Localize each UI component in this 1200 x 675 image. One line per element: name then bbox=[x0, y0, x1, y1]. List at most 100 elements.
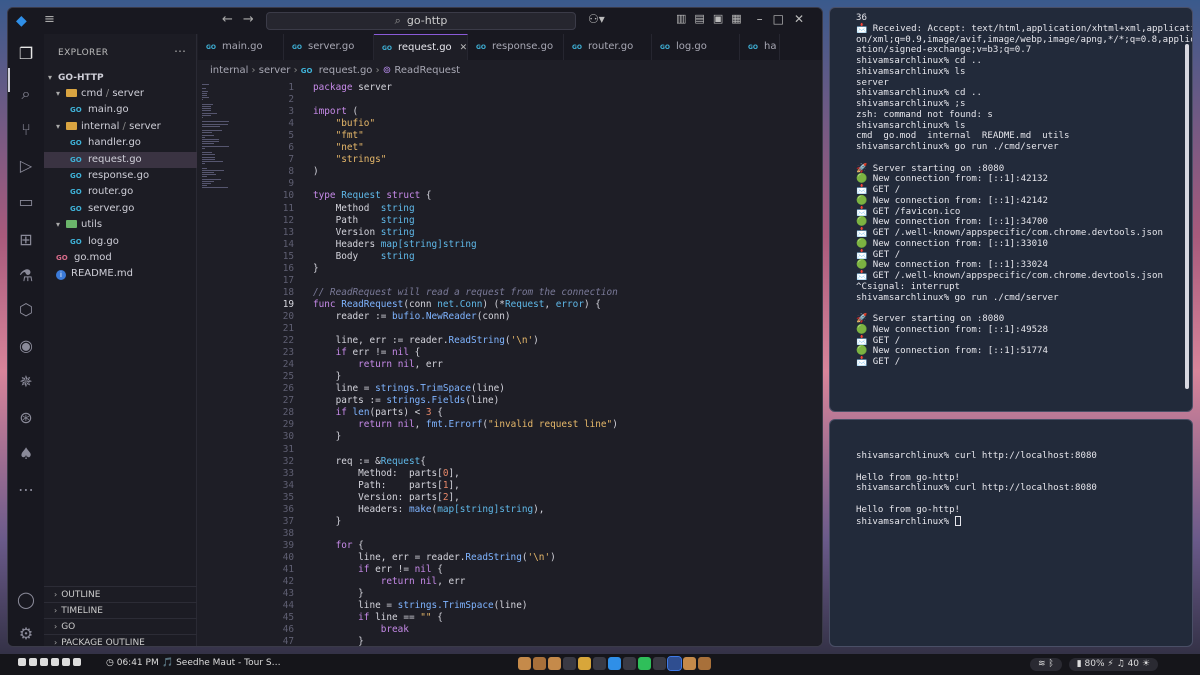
app-icon[interactable] bbox=[563, 657, 576, 670]
vscode-taskbar-icon[interactable] bbox=[608, 657, 621, 670]
tab-router-go[interactable]: GO router.go bbox=[564, 34, 652, 60]
workspace-icon[interactable] bbox=[40, 658, 48, 666]
code-token: "" bbox=[420, 612, 432, 624]
account-icon[interactable]: ◯ bbox=[16, 590, 36, 610]
testing-icon[interactable]: ⚗ bbox=[16, 266, 36, 286]
workspace-icon[interactable] bbox=[73, 658, 81, 666]
breadcrumb-part[interactable]: internal bbox=[210, 65, 248, 76]
network-tray[interactable]: ≋ ᛒ bbox=[1030, 658, 1062, 671]
run-debug-icon[interactable]: ▷ bbox=[16, 156, 36, 176]
search-icon[interactable]: ⌕ bbox=[16, 84, 36, 104]
nav-arrows[interactable]: ←→ bbox=[222, 12, 264, 27]
tree-item[interactable]: GO main.go bbox=[44, 102, 197, 118]
sidebar-section[interactable]: › PACKAGE OUTLINE bbox=[44, 634, 197, 646]
app-icon[interactable] bbox=[653, 657, 666, 670]
workspaces[interactable] bbox=[18, 658, 84, 668]
tree-item[interactable]: GO go.mod bbox=[44, 250, 197, 266]
containers-icon[interactable]: ⬡ bbox=[16, 300, 36, 320]
terminal-server[interactable]: 36 📩 Received: Accept: text/html,applicat… bbox=[829, 7, 1193, 412]
code-line: 11 Method string bbox=[198, 203, 822, 215]
sidebar-section[interactable]: › OUTLINE bbox=[44, 586, 197, 602]
tree-item[interactable]: GO request.go bbox=[44, 151, 197, 168]
breadcrumb[interactable]: internal › server › GO request.go › ⊚ Rea… bbox=[210, 65, 460, 76]
app-icon[interactable] bbox=[683, 657, 696, 670]
layout-controls[interactable]: ▥▤▣▦ bbox=[676, 12, 750, 25]
settings-gear-icon[interactable]: ⚙ bbox=[16, 624, 36, 644]
line-number: 4 bbox=[288, 118, 294, 130]
code-editor[interactable]: 1 package server 2 3 import (4 "bufio" 5 "fmt… bbox=[198, 82, 822, 647]
customize-layout-icon[interactable]: ▦ bbox=[731, 12, 749, 25]
tree-item[interactable]: ▾ cmd / server bbox=[44, 86, 197, 102]
tree-item[interactable]: GO log.go bbox=[44, 234, 197, 250]
command-center-search[interactable]: ⌕ go-http bbox=[266, 12, 576, 30]
docker-icon[interactable]: ♠ bbox=[16, 444, 36, 464]
toggle-secondary-sidebar-icon[interactable]: ▣ bbox=[713, 12, 731, 25]
workspace-icon[interactable] bbox=[51, 658, 59, 666]
breadcrumb-part[interactable]: server bbox=[259, 65, 291, 76]
explorer-icon[interactable]: ❐ bbox=[16, 44, 36, 64]
close-tab-icon[interactable]: ✕ bbox=[460, 43, 467, 53]
forward-arrow-icon[interactable]: → bbox=[243, 12, 264, 27]
git-graph-icon[interactable]: ⊛ bbox=[16, 408, 36, 428]
app-icon[interactable] bbox=[533, 657, 546, 670]
more-actions-icon[interactable]: ⋯ bbox=[174, 44, 186, 58]
sidebar-section[interactable]: › TIMELINE bbox=[44, 602, 197, 618]
close-icon[interactable]: ✕ bbox=[794, 12, 814, 26]
tree-item[interactable]: GO response.go bbox=[44, 168, 197, 184]
tab-response-go[interactable]: GO response.go bbox=[468, 34, 564, 60]
media-player[interactable]: 🎵 Seedhe Maut - Tour S… bbox=[162, 658, 281, 668]
tree-item[interactable]: GO handler.go bbox=[44, 135, 197, 151]
extensions-icon[interactable]: ⊞ bbox=[16, 230, 36, 250]
code-line: 41 if err != nil { bbox=[198, 564, 822, 576]
code-token: if bbox=[358, 612, 370, 624]
remote-explorer-icon[interactable]: ▭ bbox=[16, 192, 36, 212]
spotify-icon[interactable] bbox=[638, 657, 651, 670]
explorer-root[interactable]: ▾ GO-HTTP bbox=[44, 70, 197, 86]
line-content: "net" bbox=[313, 142, 364, 154]
window-controls[interactable]: –□✕ bbox=[757, 12, 814, 26]
tree-item[interactable]: GO router.go bbox=[44, 184, 197, 200]
toggle-panel-icon[interactable]: ▤ bbox=[694, 12, 712, 25]
line-number: 36 bbox=[282, 503, 294, 515]
kubernetes-icon[interactable]: ✵ bbox=[16, 372, 36, 392]
tree-item[interactable]: GO server.go bbox=[44, 201, 197, 217]
maximize-icon[interactable]: □ bbox=[773, 12, 794, 26]
copilot-icon[interactable]: ⚇▾ bbox=[588, 12, 605, 26]
breadcrumb-part[interactable]: request.go bbox=[319, 65, 373, 76]
tab-ha[interactable]: GO ha bbox=[740, 34, 780, 60]
edge-icon[interactable]: ◉ bbox=[16, 336, 36, 356]
layout-icon[interactable]: ▥ bbox=[676, 12, 694, 25]
terminal-scrollbar[interactable] bbox=[1185, 44, 1189, 389]
tab-log-go[interactable]: GO log.go bbox=[652, 34, 740, 60]
app-icon[interactable] bbox=[698, 657, 711, 670]
back-arrow-icon[interactable]: ← bbox=[222, 12, 243, 27]
chrome-icon[interactable] bbox=[578, 657, 591, 670]
tree-item[interactable]: ▾ utils bbox=[44, 217, 197, 233]
tab-main-go[interactable]: GO main.go bbox=[198, 34, 284, 60]
sidebar-section[interactable]: › GO bbox=[44, 618, 197, 634]
menu-icon[interactable]: ≡ bbox=[44, 12, 55, 27]
code-token: if bbox=[358, 564, 370, 575]
line-number: 47 bbox=[282, 636, 294, 647]
app-icon[interactable] bbox=[593, 657, 606, 670]
breadcrumb-symbol[interactable]: ReadRequest bbox=[394, 65, 460, 76]
workspace-icon[interactable] bbox=[62, 658, 70, 666]
code-token: '\n' bbox=[510, 335, 534, 347]
workspace-icon[interactable] bbox=[18, 658, 26, 666]
vscode-active-icon[interactable] bbox=[667, 656, 682, 671]
code-line: 4 "bufio" bbox=[198, 118, 822, 130]
app-icon[interactable] bbox=[548, 657, 561, 670]
tab-server-go[interactable]: GO server.go bbox=[284, 34, 374, 60]
tree-item[interactable]: ▾ internal / server bbox=[44, 119, 197, 135]
status-tray[interactable]: ▮ 80% ⚡ ♫ 40 ☀ bbox=[1068, 658, 1158, 671]
more-icon[interactable]: ⋯ bbox=[16, 480, 36, 500]
app-icon[interactable] bbox=[518, 657, 531, 670]
minimize-icon[interactable]: – bbox=[757, 12, 773, 26]
terminal-prompt[interactable]: shivamsarchlinux% bbox=[856, 515, 961, 527]
terminal-client[interactable]: shivamsarchlinux% curl http://localhost:… bbox=[829, 419, 1193, 647]
tab-request-go[interactable]: GO request.go ✕ bbox=[374, 34, 468, 60]
tree-item[interactable]: i README.md bbox=[44, 266, 197, 282]
app-icon[interactable] bbox=[623, 657, 636, 670]
workspace-icon[interactable] bbox=[29, 658, 37, 666]
source-control-icon[interactable]: ⑂ bbox=[16, 120, 36, 140]
